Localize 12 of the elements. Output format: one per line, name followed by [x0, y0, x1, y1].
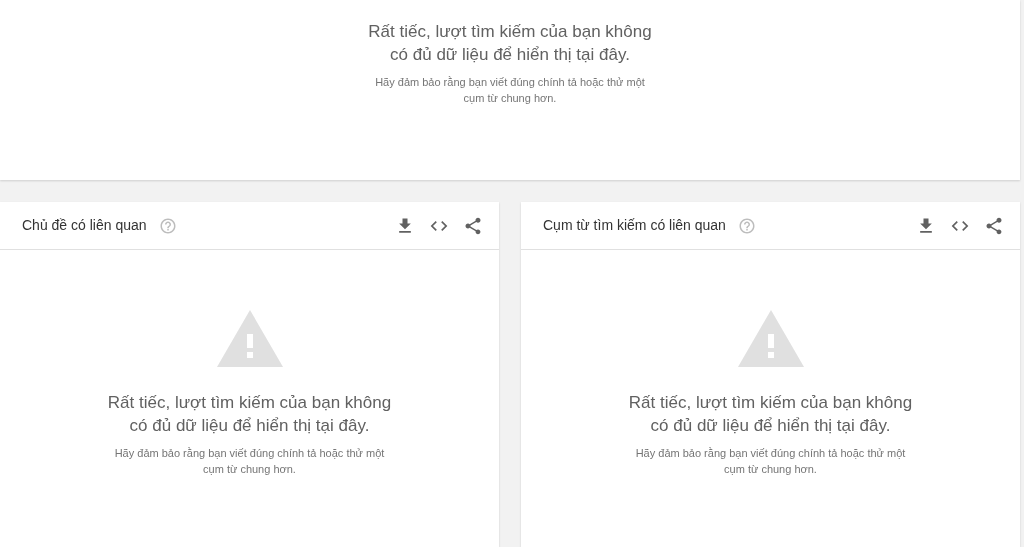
warning-icon: [216, 310, 283, 367]
no-data-hint: Hãy đảm bảo rằng bạn viết đúng chính tả hoặc thử một cụm từ chung hơn.: [634, 446, 907, 477]
share-icon[interactable]: [463, 215, 483, 236]
panel-title: Cụm từ tìm kiếm có liên quan: [543, 216, 726, 235]
no-data-hint: Hãy đảm bảo rằng bạn viết đúng chính tả hoặc thử một cụm từ chung hơn.: [113, 446, 386, 477]
no-data-hint: Hãy đảm bảo rằng bạn viết đúng chính tả hoặc thử một cụm từ chung hơn.: [374, 75, 646, 106]
no-data-message: Rất tiếc, lượt tìm kiếm của bạn không có đủ dữ liệu để hiển thị tại đây.: [627, 392, 914, 437]
warning-icon: [737, 310, 804, 367]
share-icon[interactable]: [984, 215, 1004, 236]
no-data-message: Rất tiếc, lượt tìm kiếm của bạn không có đủ dữ liệu để hiển thị tại đây.: [106, 392, 393, 437]
panel-title: Chủ đề có liên quan: [22, 216, 147, 235]
no-data-message: Rất tiếc, lượt tìm kiếm của bạn không có đủ dữ liệu để hiển thị tại đây.: [367, 21, 653, 66]
